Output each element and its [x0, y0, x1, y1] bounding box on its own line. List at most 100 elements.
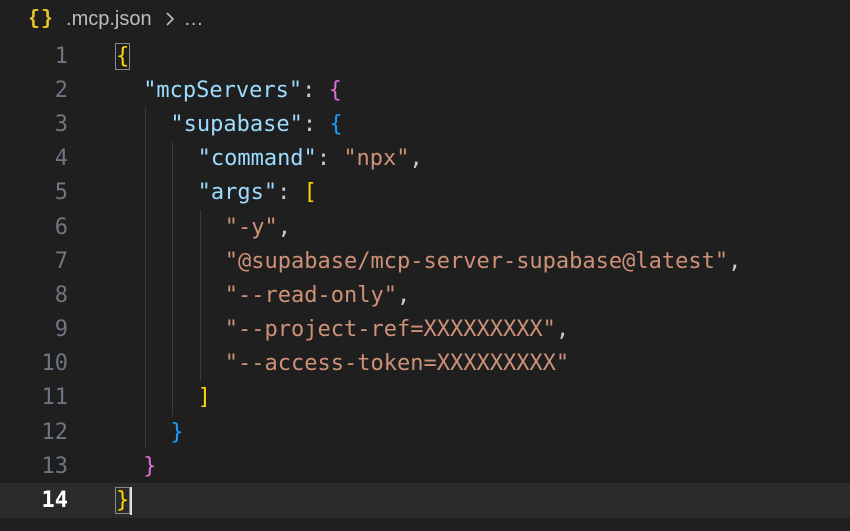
- indent-guide: [199, 278, 201, 313]
- indent-guide: [199, 346, 201, 381]
- code-line[interactable]: 4 "command": "npx",: [0, 141, 850, 176]
- line-number: 9: [54, 317, 68, 343]
- breadcrumb-ellipsis[interactable]: …: [184, 8, 204, 31]
- line-number: 7: [54, 248, 68, 274]
- indent-guide: [172, 175, 174, 210]
- code-line[interactable]: 14}: [0, 483, 850, 518]
- line-content: "mcpServers": {: [143, 73, 342, 107]
- line-content: {: [114, 39, 131, 73]
- indent-guide: [145, 346, 147, 381]
- breadcrumb-filename[interactable]: .mcp.json: [66, 8, 152, 31]
- punctuation: ,: [555, 317, 570, 343]
- bracket: ]: [197, 385, 211, 411]
- line-number: 6: [54, 214, 68, 240]
- line-content: "--access-token=XXXXXXXXX": [225, 347, 569, 381]
- punctuation: :: [277, 180, 304, 206]
- code-line[interactable]: 13}: [0, 449, 850, 483]
- bracket: {: [114, 42, 131, 70]
- indent-guide: [145, 107, 147, 142]
- bracket: {: [328, 77, 342, 103]
- indent-guide: [172, 244, 174, 279]
- line-content: }: [114, 483, 133, 517]
- code-line[interactable]: 7 "@supabase/mcp-server-supabase@latest",: [0, 244, 850, 279]
- json-key: "supabase": [170, 111, 303, 137]
- line-content: }: [170, 415, 183, 449]
- indent-guide: [172, 312, 174, 347]
- code-line[interactable]: 10 "--access-token=XXXXXXXXX": [0, 346, 850, 381]
- code-line[interactable]: 8 "--read-only",: [0, 278, 850, 313]
- bracket: }: [114, 487, 131, 515]
- line-number: 8: [54, 282, 68, 308]
- code-line[interactable]: 2 "mcpServers": {: [0, 73, 850, 107]
- line-number: 5: [54, 180, 68, 206]
- code-line[interactable]: 11]: [0, 380, 850, 416]
- json-string: "@supabase/mcp-server-supabase@latest": [224, 248, 729, 274]
- text-cursor: [130, 486, 133, 515]
- code-line[interactable]: 9 "--project-ref=XXXXXXXXX",: [0, 312, 850, 347]
- code-line[interactable]: 12}: [0, 415, 850, 450]
- punctuation: ,: [728, 248, 742, 274]
- json-braces-icon: {}: [28, 7, 55, 31]
- code-line[interactable]: 1{: [0, 39, 850, 73]
- indent-guide: [145, 312, 147, 347]
- json-key: "mcpServers": [143, 77, 303, 103]
- indent-guide: [145, 380, 147, 416]
- punctuation: ,: [277, 214, 292, 240]
- line-content: "command": "npx",: [198, 142, 423, 176]
- punctuation: :: [302, 111, 330, 137]
- json-string: "npx": [343, 146, 410, 172]
- line-content: "args": [: [198, 176, 317, 210]
- line-number: 1: [54, 43, 68, 69]
- line-number: 13: [41, 453, 69, 479]
- line-number: 3: [54, 111, 68, 137]
- bracket: {: [329, 111, 343, 137]
- indent-guide: [145, 278, 147, 313]
- indent-guide: [172, 346, 174, 381]
- indent-guide: [172, 209, 174, 245]
- line-content: "@supabase/mcp-server-supabase@latest",: [225, 244, 742, 278]
- indent-guide: [145, 175, 147, 210]
- indent-guide: [199, 209, 201, 245]
- indent-guide: [145, 415, 147, 450]
- indent-guide: [145, 209, 147, 245]
- indent-guide: [145, 244, 147, 279]
- json-key: "args": [197, 180, 278, 206]
- indent-guide: [145, 141, 147, 176]
- line-number: 14: [41, 488, 69, 514]
- line-content: }: [143, 449, 156, 483]
- line-content: "supabase": {: [170, 107, 342, 141]
- bracket: [: [303, 180, 317, 206]
- punctuation: ,: [409, 146, 423, 172]
- json-string: "--read-only": [224, 282, 397, 308]
- json-string: "--project-ref=XXXXXXXXX": [224, 317, 556, 343]
- indent-guide: [199, 312, 201, 347]
- bracket: }: [170, 419, 184, 445]
- punctuation: :: [302, 77, 329, 103]
- line-number: 2: [54, 77, 68, 103]
- line-number: 10: [41, 351, 69, 377]
- json-string: "--access-token=XXXXXXXXX": [224, 351, 570, 377]
- breadcrumb: {} .mcp.json …: [0, 0, 850, 38]
- line-content: ]: [198, 381, 211, 415]
- code-editor[interactable]: {} .mcp.json … 1{2 "mcpServers": {3 "supab…: [0, 0, 850, 531]
- code-line[interactable]: 3 "supabase": {: [0, 107, 850, 142]
- indent-guide: [199, 244, 201, 279]
- line-number: 4: [54, 146, 68, 172]
- code-line[interactable]: 5 "args": [: [0, 175, 850, 210]
- punctuation: :: [316, 146, 344, 172]
- json-key: "command": [197, 146, 317, 172]
- indent-guide: [172, 278, 174, 313]
- bracket: }: [143, 453, 157, 479]
- line-number: 12: [41, 419, 69, 445]
- indent-guide: [172, 380, 174, 416]
- json-string: "-y": [224, 214, 278, 240]
- code-line[interactable]: 6 "-y",: [0, 209, 850, 245]
- code-area[interactable]: 1{2 "mcpServers": {3 "supabase": {4 "comman…: [0, 39, 850, 518]
- punctuation: ,: [396, 282, 411, 308]
- line-content: "--read-only",: [225, 278, 410, 312]
- line-content: "-y",: [225, 210, 291, 244]
- line-content: "--project-ref=XXXXXXXXX",: [225, 313, 569, 347]
- indent-guide: [172, 141, 174, 176]
- line-number: 11: [41, 385, 69, 411]
- chevron-right-icon: [166, 12, 174, 26]
